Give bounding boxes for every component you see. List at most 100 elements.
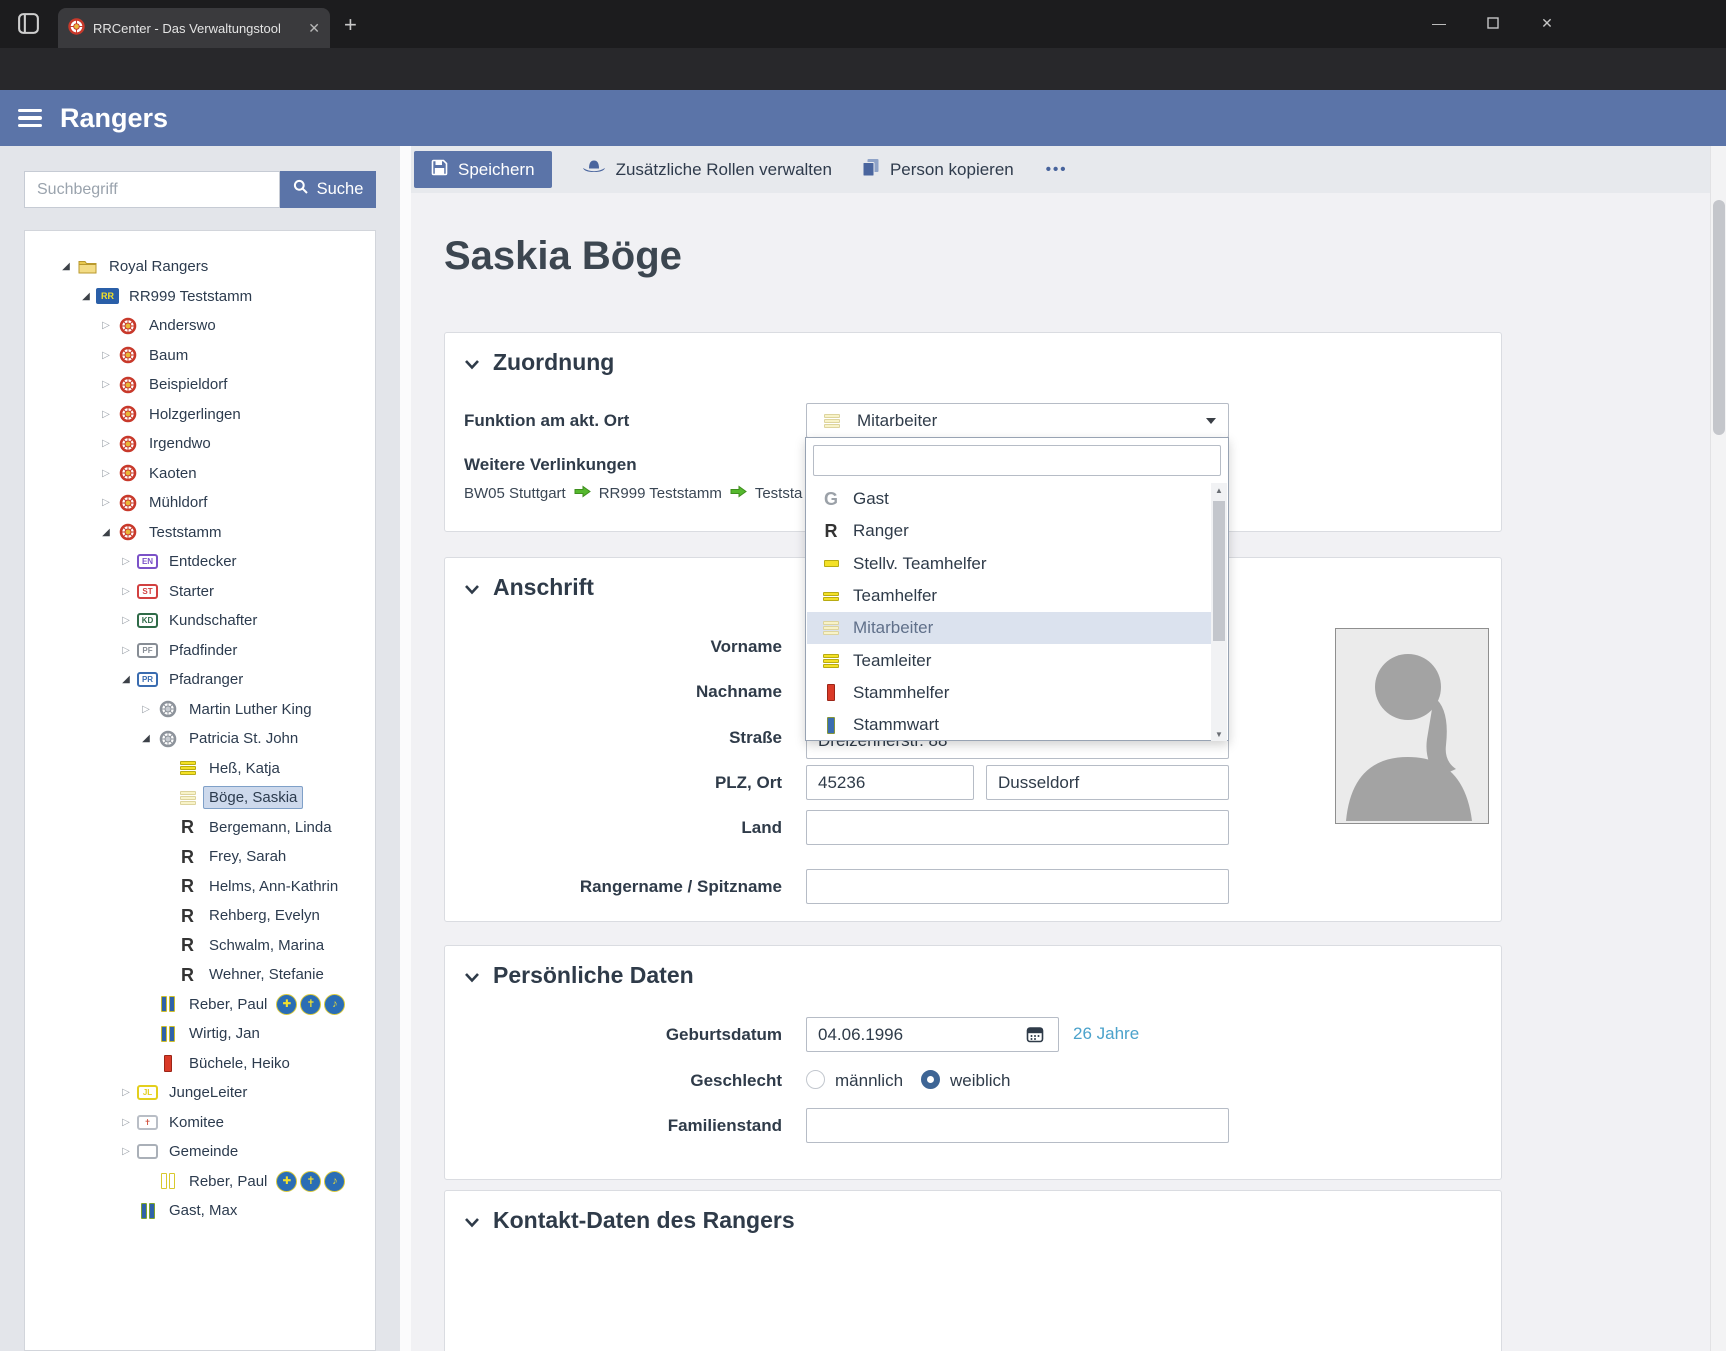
dropdown-option[interactable]: Teamleiter [807, 644, 1212, 676]
menu-hamburger-icon[interactable] [18, 109, 42, 128]
dropdown-option[interactable]: Stellv. Teamhelfer [807, 548, 1212, 580]
tree-item-label[interactable]: RR999 Teststamm [123, 285, 258, 308]
tree-item-label[interactable]: Entdecker [163, 550, 243, 573]
ort-field[interactable] [986, 765, 1229, 800]
expand-caret-icon[interactable]: ▷ [117, 556, 135, 567]
tree-item-label[interactable]: Rehberg, Evelyn [203, 904, 326, 927]
tree-item-label[interactable]: Starter [163, 580, 220, 603]
search-button[interactable]: Suche [280, 171, 376, 208]
tree-item[interactable]: RFrey, Sarah [25, 842, 375, 872]
tree-item-label[interactable]: Wirtig, Jan [183, 1022, 266, 1045]
tree-item[interactable]: ▷JLJungeLeiter [25, 1078, 375, 1108]
tree-item[interactable]: Büchele, Heiko [25, 1049, 375, 1079]
tree-item[interactable]: Wirtig, Jan [25, 1019, 375, 1049]
expand-caret-icon[interactable]: ▷ [117, 1146, 135, 1157]
weiblich-label[interactable]: weiblich [950, 1071, 1010, 1091]
dropdown-option[interactable]: RRanger [807, 515, 1212, 547]
tree-item-label[interactable]: Anderswo [143, 314, 222, 337]
tree-item[interactable]: ▷ENEntdecker [25, 547, 375, 577]
tree-item-label[interactable]: Holzgerlingen [143, 403, 247, 426]
tree-item[interactable]: ▷✝Komitee [25, 1108, 375, 1138]
funktion-select[interactable]: Mitarbeiter [806, 403, 1229, 438]
tree-item[interactable]: ▷--Gemeinde [25, 1137, 375, 1167]
tree-item[interactable]: Heß, Katja [25, 754, 375, 784]
collapse-caret-icon[interactable]: ◢ [57, 261, 75, 272]
tree-item[interactable]: ▷Mühldorf [25, 488, 375, 518]
tree-item-label[interactable]: Frey, Sarah [203, 845, 292, 868]
tree-item-label[interactable]: Wehner, Stefanie [203, 963, 330, 986]
collapse-caret-icon[interactable]: ◢ [117, 674, 135, 685]
expand-caret-icon[interactable]: ▷ [97, 438, 115, 449]
tree-item[interactable]: ◢RRRR999 Teststamm [25, 282, 375, 312]
tree-item-label[interactable]: Pfadfinder [163, 639, 243, 662]
tree-item[interactable]: ▷KDKundschafter [25, 606, 375, 636]
dropdown-option[interactable]: GGast [807, 483, 1212, 515]
tree-item-label[interactable]: Reber, Paul [183, 993, 273, 1016]
tree-item-label[interactable]: Patricia St. John [183, 727, 304, 750]
dropdown-option[interactable]: Mitarbeiter [807, 612, 1212, 644]
tree-item-label[interactable]: Baum [143, 344, 194, 367]
collapse-caret-icon[interactable]: ◢ [77, 291, 95, 302]
tree-item[interactable]: ◢ Teststamm [25, 518, 375, 548]
tree-item-label[interactable]: Martin Luther King [183, 698, 318, 721]
save-button[interactable]: Speichern [414, 151, 552, 188]
expand-caret-icon[interactable]: ▷ [97, 497, 115, 508]
maennlich-label[interactable]: männlich [835, 1071, 903, 1091]
tree-item[interactable]: Böge, Saskia [25, 783, 375, 813]
radio-maennlich[interactable] [806, 1070, 825, 1089]
dropdown-option[interactable]: Teamhelfer [807, 580, 1212, 612]
tree-item-label[interactable]: Teststamm [143, 521, 228, 544]
expand-caret-icon[interactable]: ▷ [117, 586, 135, 597]
tree-item-label[interactable]: Schwalm, Marina [203, 934, 330, 957]
tree-item[interactable]: ▷ Irgendwo [25, 429, 375, 459]
tree-item-label[interactable]: Reber, Paul [183, 1170, 273, 1193]
dropdown-option[interactable]: Stammwart [807, 709, 1212, 741]
section-persoenliche-header[interactable]: Persönliche Daten [464, 962, 694, 989]
expand-caret-icon[interactable]: ▷ [97, 379, 115, 390]
tree-item-label[interactable]: Gemeinde [163, 1140, 244, 1163]
expand-caret-icon[interactable]: ▷ [117, 615, 135, 626]
expand-caret-icon[interactable]: ▷ [137, 704, 155, 715]
tree-item-label[interactable]: Pfadranger [163, 668, 249, 691]
expand-caret-icon[interactable]: ▷ [97, 468, 115, 479]
geburtsdatum-field[interactable] [806, 1017, 1059, 1052]
tree-item-label[interactable]: Beispieldorf [143, 373, 233, 396]
familienstand-field[interactable] [806, 1108, 1229, 1143]
dropdown-option[interactable]: Stammhelfer [807, 677, 1212, 709]
tree-item[interactable]: RRehberg, Evelyn [25, 901, 375, 931]
window-minimize-icon[interactable]: — [1428, 12, 1450, 34]
tree-item[interactable]: ▷Holzgerlingen [25, 400, 375, 430]
tree-item-label[interactable]: Gast, Max [163, 1199, 243, 1222]
tree-item-label[interactable]: Komitee [163, 1111, 230, 1134]
tree-item[interactable]: ▷ Martin Luther King [25, 695, 375, 725]
tree-item-label[interactable]: Böge, Saskia [203, 786, 303, 809]
tree-item-label[interactable]: Heß, Katja [203, 757, 286, 780]
tree-item[interactable]: ▷PFPfadfinder [25, 636, 375, 666]
browser-tab[interactable]: RRCenter - Das Verwaltungstool ✕ [58, 8, 330, 48]
expand-caret-icon[interactable]: ▷ [97, 350, 115, 361]
tree-item[interactable]: ▷ Baum [25, 341, 375, 371]
expand-caret-icon[interactable]: ▷ [117, 1117, 135, 1128]
tree-item[interactable]: ◢Patricia St. John [25, 724, 375, 754]
expand-caret-icon[interactable]: ▷ [117, 1087, 135, 1098]
tree-item-label[interactable]: Büchele, Heiko [183, 1052, 296, 1075]
tree-item-label[interactable]: Kundschafter [163, 609, 263, 632]
land-field[interactable] [806, 810, 1229, 845]
dropdown-filter-input[interactable] [813, 445, 1221, 476]
copy-person-button[interactable]: Person kopieren [862, 158, 1014, 182]
section-zuordnung-header[interactable]: Zuordnung [464, 349, 614, 376]
collapse-caret-icon[interactable]: ◢ [97, 527, 115, 538]
tree-item-label[interactable]: Irgendwo [143, 432, 217, 455]
workspaces-icon[interactable] [16, 11, 41, 41]
tree-item[interactable]: Reber, Paul✚✝♪ [25, 990, 375, 1020]
tree-item[interactable]: Gast, Max [25, 1196, 375, 1226]
rangername-field[interactable] [806, 869, 1229, 904]
tree-item[interactable]: ◢PRPfadranger [25, 665, 375, 695]
tree-item-label[interactable]: Royal Rangers [103, 255, 214, 278]
tree-item-label[interactable]: JungeLeiter [163, 1081, 253, 1104]
tab-close-icon[interactable]: ✕ [308, 20, 320, 37]
tree-item[interactable]: ▷ Beispieldorf [25, 370, 375, 400]
expand-caret-icon[interactable]: ▷ [97, 320, 115, 331]
calendar-icon[interactable] [1026, 1025, 1044, 1048]
window-close-icon[interactable]: ✕ [1536, 12, 1558, 34]
